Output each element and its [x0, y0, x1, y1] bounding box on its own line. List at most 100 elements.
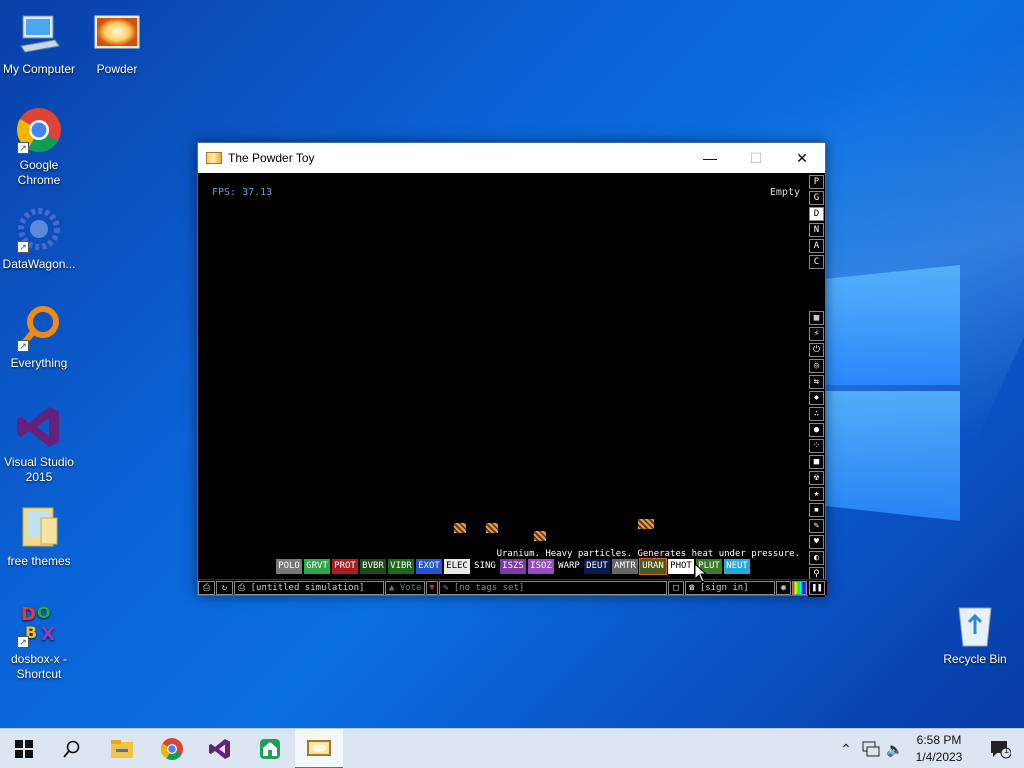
clock-time: 6:58 PM — [916, 733, 962, 747]
render-options-button[interactable] — [792, 581, 807, 595]
taskbar-file-explorer[interactable] — [98, 729, 146, 768]
element-sing[interactable]: SING — [472, 559, 498, 574]
menu-section-n[interactable]: N — [809, 223, 824, 237]
everything-icon: ↗ — [15, 304, 63, 352]
element-prot[interactable]: PROT — [332, 559, 358, 574]
tags-button[interactable]: ✎ [no tags set] — [439, 581, 667, 595]
element-isoz[interactable]: ISOZ — [528, 559, 554, 574]
taskbar-app[interactable] — [246, 729, 294, 768]
special-icon[interactable]: ★ — [809, 487, 824, 501]
taskbar: ⌃ 🔈 6:58 PM 1/4/2023 1 — [0, 728, 1024, 768]
open-save-button[interactable]: ⎙ — [198, 581, 215, 595]
menu-section-g[interactable]: G — [809, 191, 824, 205]
simulation-canvas[interactable]: FPS: 37.13 Empty Uranium. Heavy particle… — [198, 173, 810, 565]
menu-section-c[interactable]: C — [809, 255, 824, 269]
desktop-icon-everything[interactable]: ↗ Everything — [0, 304, 78, 371]
notification-count: 1 — [1004, 745, 1010, 755]
desktop-icon-chrome[interactable]: ↗ Google Chrome — [0, 106, 78, 188]
element-amtr[interactable]: AMTR — [612, 559, 638, 574]
sensors-icon[interactable]: ◎ — [809, 359, 824, 373]
vote-up-button[interactable]: ▲ Vote — [385, 581, 425, 595]
pause-button[interactable]: ❚❚ — [809, 581, 825, 595]
taskbar-clock[interactable]: 6:58 PM 1/4/2023 — [904, 732, 974, 766]
element-vibr[interactable]: VIBR — [388, 559, 414, 574]
favorites-icon[interactable]: ♥ — [809, 535, 824, 549]
taskbar-chrome[interactable] — [148, 729, 196, 768]
desktop-icon-free-themes[interactable]: free themes — [0, 502, 78, 569]
game-of-life-icon[interactable]: ▪ — [809, 503, 824, 517]
reload-button[interactable]: ↻ — [216, 581, 233, 595]
menu-section-d[interactable]: D — [809, 207, 824, 221]
simulation-options-button[interactable]: ◉ — [776, 581, 791, 595]
powder-icon — [93, 10, 141, 58]
menu-section-a[interactable]: A — [809, 239, 824, 253]
desktop-icon-powder[interactable]: Powder — [78, 10, 156, 77]
clear-simulation-button[interactable]: □ — [668, 581, 684, 595]
svg-text:D: D — [21, 604, 36, 625]
desktop-icon-recycle-bin[interactable]: Recycle Bin — [936, 600, 1014, 667]
save-simulation-button[interactable]: ⎙ [untitled simulation] — [234, 581, 384, 595]
element-grvt[interactable]: GRVT — [304, 559, 330, 574]
powder-toy-icon — [206, 152, 222, 164]
maximize-button[interactable]: ☐ — [733, 143, 779, 173]
sign-in-button[interactable]: ☎ [sign in] — [685, 581, 775, 595]
search-icon — [63, 740, 80, 758]
element-phot[interactable]: PHOT — [668, 559, 694, 574]
desktop-icon-dosbox[interactable]: DOBX ↗ dosbox-x - Shortcut — [0, 600, 78, 682]
element-iszs[interactable]: ISZS — [500, 559, 526, 574]
start-button[interactable] — [0, 729, 48, 768]
tools-icon[interactable]: ✎ — [809, 519, 824, 533]
taskbar-visual-studio[interactable] — [196, 729, 244, 768]
close-button[interactable]: ✕ — [779, 143, 825, 173]
uranium-particle — [638, 519, 654, 529]
volume-button[interactable]: 🔈 — [884, 729, 906, 768]
element-uran[interactable]: URAN — [639, 558, 667, 575]
electronics-icon[interactable]: ⚡ — [809, 327, 824, 341]
shortcut-arrow-icon: ↗ — [17, 636, 29, 648]
window-titlebar[interactable]: The Powder Toy — ☐ ✕ — [198, 143, 825, 173]
element-deut[interactable]: DEUT — [584, 559, 610, 574]
taskbar-powder-toy[interactable] — [295, 729, 343, 768]
speaker-icon: 🔈 — [886, 740, 904, 757]
desktop-icon-my-computer[interactable]: My Computer — [0, 10, 78, 77]
element-elec[interactable]: ELEC — [444, 559, 470, 574]
menu-section-p[interactable]: P — [809, 175, 824, 189]
gases-icon[interactable]: ∴ — [809, 407, 824, 421]
explosives-icon[interactable]: ✸ — [809, 391, 824, 405]
element-neut[interactable]: NEUT — [724, 559, 750, 574]
element-warp[interactable]: WARP — [556, 559, 582, 574]
liquids-icon[interactable]: ● — [809, 423, 824, 437]
decoration-icon[interactable]: ◐ — [809, 551, 824, 565]
desktop-icon-datawagon[interactable]: ↗ DataWagon... — [0, 205, 78, 272]
shortcut-arrow-icon: ↗ — [17, 340, 29, 352]
vote-down-button[interactable]: ▼ — [426, 581, 438, 595]
file-explorer-icon — [111, 740, 133, 758]
powders-icon[interactable]: ⁘ — [809, 439, 824, 453]
powder-toy-window[interactable]: The Powder Toy — ☐ ✕ FPS: 37.13 Empty Ur… — [197, 142, 827, 597]
start-icon — [15, 740, 33, 758]
force-icon[interactable]: ⇆ — [809, 375, 824, 389]
desktop-icon-visual-studio[interactable]: Visual Studio 2015 — [0, 403, 78, 485]
network-button[interactable] — [860, 729, 882, 768]
search-button[interactable] — [48, 729, 96, 768]
powered-icon[interactable]: ⏻ — [809, 343, 824, 357]
solids-icon[interactable]: ■ — [809, 455, 824, 469]
action-center-button[interactable]: 1 — [976, 729, 1024, 768]
window-title: The Powder Toy — [228, 151, 315, 165]
recycle-bin-icon — [951, 600, 999, 648]
element-bvbr[interactable]: BVBR — [360, 559, 386, 574]
chrome-icon — [161, 738, 183, 760]
show-hidden-icons-button[interactable]: ⌃ — [836, 729, 856, 768]
right-menu-bar: P G D N A C ▦ ⚡ ⏻ ◎ ⇆ ✸ ∴ ● ⁘ ■ ☢ ★ ▪ ✎ ♥ ◐ ⚲ — [808, 173, 825, 597]
walls-icon[interactable]: ▦ — [809, 311, 824, 325]
minimize-button[interactable]: — — [687, 143, 733, 173]
datawagon-icon: ↗ — [15, 205, 63, 253]
app-icon — [260, 739, 280, 759]
visual-studio-icon — [15, 403, 63, 451]
computer-icon — [15, 10, 63, 58]
element-palette: POLO GRVT PROT BVBR VIBR EXOT ELEC SING ISZS ISOZ… — [276, 558, 750, 575]
svg-text:O: O — [37, 603, 51, 622]
radioactive-icon[interactable]: ☢ — [809, 471, 824, 485]
element-exot[interactable]: EXOT — [416, 559, 442, 574]
element-polo[interactable]: POLO — [276, 559, 302, 574]
